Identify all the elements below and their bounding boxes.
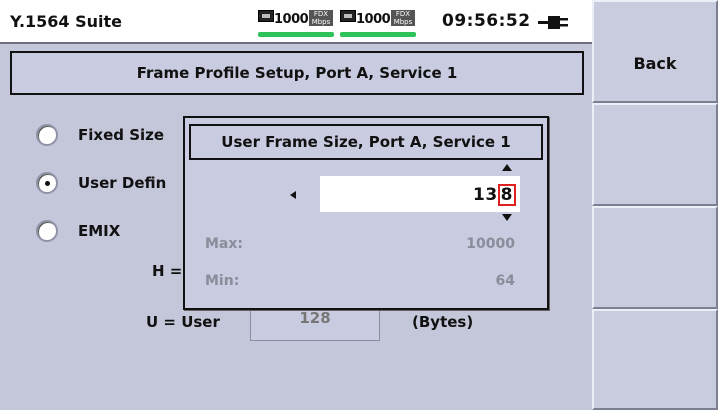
cursor-digit: 8 <box>497 184 516 206</box>
port-icon <box>258 10 274 22</box>
max-value: 10000 <box>466 236 515 252</box>
radio-button[interactable] <box>36 124 58 146</box>
back-button[interactable]: Back <box>592 0 718 103</box>
duplex-badge: FDX Mbps <box>391 10 415 26</box>
duplex-top: FDX <box>313 10 329 18</box>
link-activity-bar <box>258 32 334 37</box>
duplex-bottom: Mbps <box>311 18 331 26</box>
radio-button[interactable] <box>36 220 58 242</box>
max-label: Max: <box>205 236 244 252</box>
screen: Y.1564 Suite 1000 FDX Mbps 1000 FDX Mbps… <box>0 0 718 410</box>
app-title: Y.1564 Suite <box>10 12 123 31</box>
plug-icon <box>538 16 568 29</box>
page-title: Frame Profile Setup, Port A, Service 1 <box>10 51 584 95</box>
duplex-bottom: Mbps <box>393 18 413 26</box>
option-label: Fixed Size <box>78 126 165 144</box>
clock: 09:56:52 <box>442 11 531 31</box>
softkey-3[interactable] <box>592 206 718 309</box>
link-activity-bar <box>340 32 416 37</box>
increment-arrow-icon[interactable] <box>502 164 512 171</box>
frame-size-input[interactable]: 13 8 <box>320 176 520 212</box>
frame-size-dialog: User Frame Size, Port A, Service 1 13 8 M… <box>183 116 549 310</box>
decrement-arrow-icon[interactable] <box>502 214 512 221</box>
dialog-title: User Frame Size, Port A, Service 1 <box>189 124 543 160</box>
status-bar: Y.1564 Suite 1000 FDX Mbps 1000 FDX Mbps… <box>0 0 592 44</box>
emix-u-value-field[interactable]: 128 <box>250 305 380 341</box>
min-value: 64 <box>495 273 515 289</box>
emix-h-label: H = <box>152 262 183 280</box>
frame-size-value: 13 8 <box>473 184 516 206</box>
softkey-4[interactable] <box>592 309 718 410</box>
units-label: (Bytes) <box>412 313 474 331</box>
option-label: User Defin <box>78 174 167 192</box>
duplex-badge: FDX Mbps <box>309 10 333 26</box>
link-speed: 1000 <box>356 12 391 27</box>
port-icon <box>340 10 356 22</box>
radio-button-selected[interactable] <box>36 172 58 194</box>
min-label: Min: <box>205 273 240 289</box>
softkey-panel: Back <box>592 0 718 410</box>
duplex-top: FDX <box>395 10 411 18</box>
link-speed: 1000 <box>274 12 309 27</box>
value-digits: 13 <box>472 185 498 205</box>
emix-u-label: U = User <box>146 313 220 331</box>
cursor-left-arrow-icon[interactable] <box>290 191 296 199</box>
softkey-2[interactable] <box>592 103 718 206</box>
option-label: EMIX <box>78 222 121 240</box>
